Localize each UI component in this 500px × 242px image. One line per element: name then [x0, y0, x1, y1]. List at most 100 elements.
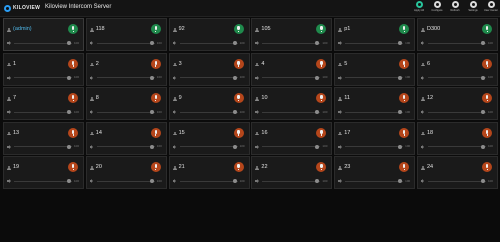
speaker-icon[interactable] — [7, 179, 11, 183]
intercom-tile[interactable]: 13 100 — [3, 121, 84, 155]
action-configure-button[interactable]: Configure — [430, 1, 444, 12]
speaker-icon[interactable] — [420, 75, 425, 80]
volume-slider[interactable] — [427, 41, 486, 45]
microphone-toggle-icon[interactable] — [233, 24, 244, 34]
speaker-icon[interactable] — [255, 144, 259, 149]
intercom-tile[interactable]: 11 100 — [334, 87, 416, 120]
speaker-icon[interactable] — [420, 41, 425, 45]
intercom-tile[interactable]: D300 100 — [416, 18, 498, 51]
intercom-tile[interactable]: 118 100 — [85, 18, 167, 51]
volume-slider-thumb[interactable] — [481, 179, 486, 183]
volume-slider-thumb[interactable] — [67, 41, 72, 45]
speaker-icon[interactable] — [7, 110, 11, 114]
microphone-toggle-icon[interactable] — [399, 24, 410, 34]
volume-slider[interactable] — [14, 41, 72, 45]
speaker-icon[interactable] — [420, 144, 425, 149]
speaker-icon[interactable] — [89, 144, 94, 149]
volume-slider[interactable] — [96, 144, 155, 149]
volume-slider-thumb[interactable] — [67, 144, 72, 149]
volume-slider[interactable] — [345, 41, 404, 45]
volume-slider-thumb[interactable] — [315, 75, 320, 80]
volume-slider[interactable] — [179, 110, 238, 114]
microphone-toggle-icon[interactable] — [68, 127, 78, 138]
intercom-tile[interactable]: 14 100 — [85, 121, 167, 155]
volume-slider[interactable] — [14, 75, 72, 80]
microphone-toggle-icon[interactable] — [150, 162, 161, 172]
volume-slider-thumb[interactable] — [232, 75, 237, 80]
volume-slider[interactable] — [14, 144, 72, 149]
volume-slider-thumb[interactable] — [149, 75, 154, 80]
speaker-icon[interactable] — [338, 144, 342, 149]
speaker-icon[interactable] — [89, 41, 94, 45]
microphone-toggle-icon[interactable] — [316, 162, 327, 172]
volume-slider-thumb[interactable] — [67, 179, 72, 183]
microphone-toggle-icon[interactable] — [68, 58, 78, 69]
intercom-tile[interactable]: 19 100 — [3, 156, 84, 189]
microphone-toggle-icon[interactable] — [233, 58, 244, 69]
microphone-toggle-icon[interactable] — [316, 93, 327, 103]
speaker-icon[interactable] — [172, 41, 177, 45]
intercom-tile[interactable]: p1 100 — [334, 18, 416, 51]
speaker-icon[interactable] — [255, 41, 259, 45]
microphone-toggle-icon[interactable] — [481, 93, 492, 103]
volume-slider[interactable] — [14, 179, 72, 183]
microphone-toggle-icon[interactable] — [68, 162, 78, 172]
microphone-toggle-icon[interactable] — [399, 127, 410, 138]
speaker-icon[interactable] — [7, 41, 11, 45]
microphone-toggle-icon[interactable] — [233, 93, 244, 103]
volume-slider[interactable] — [179, 75, 238, 80]
intercom-tile[interactable]: 12 100 — [416, 87, 498, 120]
intercom-tile[interactable]: 7 100 — [3, 87, 84, 120]
volume-slider[interactable] — [179, 144, 238, 149]
intercom-tile[interactable]: 16 100 — [251, 121, 333, 155]
volume-slider[interactable] — [427, 75, 486, 80]
microphone-toggle-icon[interactable] — [481, 58, 492, 69]
speaker-icon[interactable] — [172, 179, 177, 183]
microphone-toggle-icon[interactable] — [150, 58, 161, 69]
volume-slider-thumb[interactable] — [232, 179, 237, 183]
volume-slider[interactable] — [345, 75, 404, 80]
speaker-icon[interactable] — [7, 144, 11, 149]
volume-slider[interactable] — [14, 110, 72, 114]
volume-slider-thumb[interactable] — [315, 41, 320, 45]
volume-slider[interactable] — [179, 179, 238, 183]
speaker-icon[interactable] — [89, 75, 94, 80]
volume-slider-thumb[interactable] — [398, 144, 403, 149]
intercom-tile[interactable]: 22 100 — [251, 156, 333, 189]
volume-slider[interactable] — [262, 179, 321, 183]
volume-slider-thumb[interactable] — [398, 179, 403, 183]
volume-slider[interactable] — [345, 144, 404, 149]
volume-slider-thumb[interactable] — [149, 179, 154, 183]
action-refresh-button[interactable]: Refresh — [448, 1, 462, 12]
speaker-icon[interactable] — [172, 144, 177, 149]
intercom-tile[interactable]: 24 100 — [416, 156, 498, 189]
speaker-icon[interactable] — [420, 179, 425, 183]
microphone-toggle-icon[interactable] — [481, 24, 492, 34]
speaker-icon[interactable] — [172, 110, 177, 114]
volume-slider[interactable] — [262, 41, 321, 45]
microphone-toggle-icon[interactable] — [233, 162, 244, 172]
volume-slider-thumb[interactable] — [481, 41, 486, 45]
volume-slider-thumb[interactable] — [67, 75, 72, 80]
speaker-icon[interactable] — [338, 41, 342, 45]
volume-slider-thumb[interactable] — [67, 110, 72, 114]
speaker-icon[interactable] — [255, 179, 259, 183]
microphone-toggle-icon[interactable] — [150, 93, 161, 103]
volume-slider[interactable] — [179, 41, 238, 45]
action-settings-button[interactable]: Settings — [466, 1, 480, 12]
intercom-tile[interactable]: 4 100 — [251, 52, 333, 86]
intercom-tile[interactable]: (admin) 100 — [3, 18, 84, 51]
intercom-tile[interactable]: 21 100 — [168, 156, 250, 189]
volume-slider-thumb[interactable] — [398, 41, 403, 45]
speaker-icon[interactable] — [7, 75, 11, 80]
microphone-toggle-icon[interactable] — [481, 127, 492, 138]
volume-slider-thumb[interactable] — [481, 144, 486, 149]
volume-slider[interactable] — [96, 75, 155, 80]
microphone-toggle-icon[interactable] — [316, 127, 327, 138]
volume-slider-thumb[interactable] — [315, 110, 320, 114]
microphone-toggle-icon[interactable] — [399, 162, 410, 172]
volume-slider-thumb[interactable] — [232, 110, 237, 114]
intercom-tile[interactable]: 18 100 — [416, 121, 498, 155]
volume-slider-thumb[interactable] — [149, 144, 154, 149]
speaker-icon[interactable] — [338, 179, 342, 183]
